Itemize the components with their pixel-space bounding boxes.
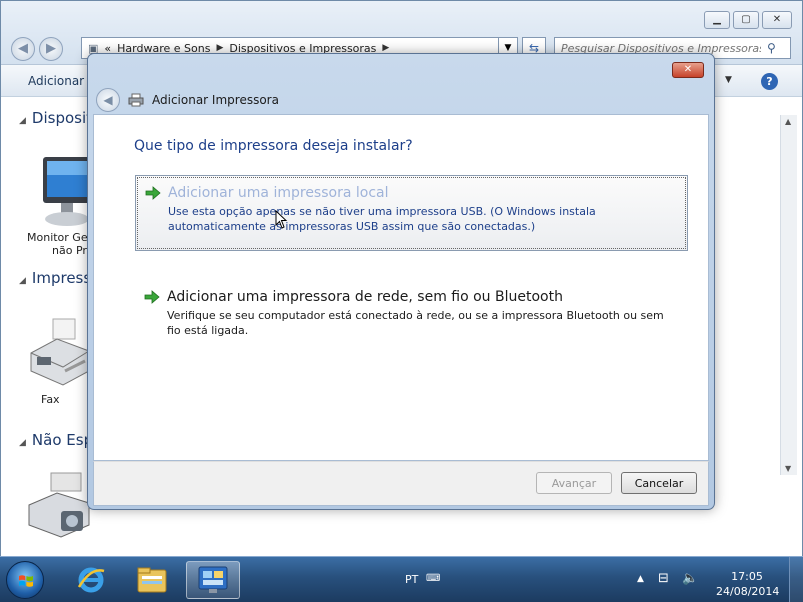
clock-time: 17:05 [731, 570, 763, 583]
collapse-triangle-icon[interactable]: ◢ [19, 116, 26, 126]
add-device-button[interactable]: Adicionar u [28, 74, 96, 88]
option-title: Adicionar uma impressora de rede, sem fi… [167, 289, 563, 305]
green-arrow-icon [145, 186, 161, 200]
internet-explorer-icon [77, 567, 105, 593]
minimize-button[interactable]: ▁ [704, 11, 730, 29]
clock-date: 24/08/2014 [716, 585, 780, 598]
page-title: Que tipo de impressora deseja instalar? [134, 138, 413, 154]
dialog-close-button[interactable]: ✕ [672, 62, 704, 78]
forward-arrow-icon[interactable]: ▶ [39, 37, 63, 61]
fax-icon [30, 318, 90, 386]
scroll-up-icon[interactable]: ▲ [785, 117, 791, 126]
control-panel-icon [198, 566, 228, 593]
view-dropdown-icon[interactable]: ▼ [725, 75, 732, 85]
green-arrow-icon [144, 290, 160, 304]
close-button[interactable]: ✕ [762, 11, 792, 29]
add-local-printer-option[interactable]: Adicionar uma impressora local Use esta … [135, 175, 688, 251]
option-title: Adicionar uma impressora local [168, 185, 389, 201]
vertical-scrollbar[interactable]: ▲ ▼ [780, 115, 797, 475]
show-hidden-icons-icon[interactable]: ▲ [637, 574, 644, 584]
group-devices[interactable]: ◢ Dispositi [19, 109, 96, 127]
dialog-body: Que tipo de impressora deseja instalar? … [93, 114, 709, 461]
option-description: Use esta opção apenas se não tiver uma i… [168, 205, 596, 233]
language-indicator[interactable]: PT [405, 573, 418, 586]
taskbar: PT ⌨ ▲ ⊟ 🔈 17:05 24/08/2014 [0, 556, 803, 602]
collapse-triangle-icon[interactable]: ◢ [19, 276, 26, 286]
devices-printers-taskbar-button[interactable] [186, 561, 240, 599]
volume-muted-icon[interactable]: 🔈 [682, 571, 698, 586]
chevron-right-icon[interactable]: ▶ [382, 43, 389, 53]
show-desktop-button[interactable] [789, 557, 803, 602]
folder-icon [137, 567, 167, 593]
dialog-title: Adicionar Impressora [152, 93, 279, 107]
windows-logo-icon [19, 575, 33, 587]
option-description: Verifique se seu computador está conecta… [167, 309, 664, 337]
dialog-footer: Avançar Cancelar [93, 461, 709, 506]
maximize-button[interactable]: ▢ [733, 11, 759, 29]
network-icon[interactable]: ⊟ [658, 571, 669, 586]
back-arrow-icon[interactable]: ◀ [11, 37, 35, 61]
internet-explorer-taskbar-button[interactable] [64, 561, 118, 599]
back-arrow-icon[interactable]: ◀ [96, 88, 120, 112]
dialog-header: ◀ Adicionar Impressora [96, 84, 706, 116]
search-icon[interactable]: ⚲ [767, 41, 776, 55]
collapse-triangle-icon[interactable]: ◢ [19, 438, 26, 448]
system-clock[interactable]: 17:05 24/08/2014 [716, 569, 780, 599]
cancel-button[interactable]: Cancelar [621, 472, 697, 494]
add-network-printer-option[interactable]: Adicionar uma impressora de rede, sem fi… [135, 280, 688, 346]
mouse-cursor-icon [275, 210, 288, 229]
window-controls: ▁ ▢ ✕ [704, 11, 792, 29]
start-button[interactable] [6, 561, 44, 599]
keyboard-icon[interactable]: ⌨ [426, 573, 440, 584]
add-printer-dialog: ✕ ◀ Adicionar Impressora Que tipo de imp… [87, 53, 715, 510]
printer-icon [128, 93, 144, 107]
explorer-taskbar-button[interactable] [125, 561, 179, 599]
scroll-down-icon[interactable]: ▼ [785, 464, 791, 473]
multifunction-device-icon [28, 472, 90, 538]
chevron-right-icon[interactable]: ▶ [216, 43, 223, 53]
next-button[interactable]: Avançar [536, 472, 612, 494]
help-icon[interactable]: ? [761, 73, 778, 90]
